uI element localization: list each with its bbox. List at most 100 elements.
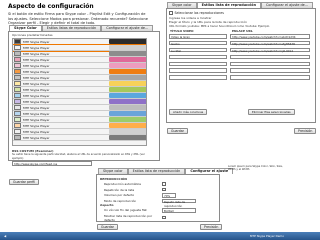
setting-checkbox[interactable]: [162, 215, 166, 220]
theme-color-bar: [109, 99, 146, 104]
page-title: Aspecto de configuración: [8, 3, 94, 10]
rss-url-input[interactable]: http://www.skype.com/feed.rss: [12, 161, 92, 166]
theme-color-bar: [109, 123, 146, 128]
theme-name: MTP Skype Player: [23, 99, 50, 104]
theme-color-bar: [109, 63, 146, 68]
theme-swatch: [14, 99, 21, 104]
theme-list: MTP Skype Player MTP Skype Player MTP Skyp…: [12, 38, 147, 146]
theme-swatch: [14, 81, 21, 86]
theme-name: MTP Skype Player: [23, 93, 50, 98]
video-title-input[interactable]: Gecko: [169, 40, 227, 46]
theme-color-bar: [109, 93, 146, 98]
video-title-input[interactable]: [169, 61, 227, 67]
preview-button-right[interactable]: Previsión: [294, 128, 317, 134]
page-intro: Si el botón de estilo Firma para Skype c…: [8, 12, 148, 26]
theme-row[interactable]: MTP Skype Player: [13, 135, 146, 141]
theme-swatch: [14, 69, 21, 74]
playlist-row: Video la Gran http://www.youtube.com/watc…: [169, 34, 313, 39]
playlist-row: [169, 68, 313, 73]
setting-input[interactable]: 70%: [162, 193, 176, 198]
video-url-input[interactable]: [230, 61, 310, 67]
setting-label: Mostrar lista de reproducción por defect…: [104, 213, 153, 222]
video-url-input[interactable]: [230, 68, 310, 73]
theme-color-bar: [109, 69, 146, 74]
setting-row: Repetición de la lista: [104, 188, 204, 192]
theme-name: MTP Skype Player: [23, 81, 50, 86]
theme-color-bar: [109, 87, 146, 92]
setting-row: Reproducción automática: [104, 182, 204, 186]
section-appearance: Aspecto: [100, 203, 114, 207]
rss-note: Su estilo tiene la siguiente particulari…: [12, 153, 145, 160]
setting-row: Volumen por defecto 70%: [104, 193, 204, 198]
video-url-input[interactable]: http://www.youtube.com/watch?v=ijkL9012: [230, 47, 310, 53]
remove-rows-button[interactable]: Eliminar filas seleccionadas: [248, 109, 295, 115]
video-url-input[interactable]: [230, 75, 310, 80]
theme-name: MTP Skype Player: [23, 39, 50, 44]
section-playback: REPRODUCCIÓN: [100, 177, 127, 181]
playlist-row: [169, 75, 313, 80]
theme-color-bar: [109, 39, 146, 44]
video-title-input[interactable]: Video la Gran: [169, 34, 227, 39]
save-profile-button[interactable]: Guardar perfil: [9, 179, 40, 185]
setting-label: Reproducción automática: [104, 182, 141, 186]
setting-label: Volumen por defecto: [104, 193, 135, 198]
video-url-input[interactable]: http://www.youtube.com/watch?v=abcD1234: [230, 34, 310, 39]
taskbar-app-label[interactable]: MTP Skype Player Demo: [250, 234, 284, 239]
setting-row: Mostrar lista de reproducción por defect…: [104, 214, 204, 222]
video-title-input[interactable]: [169, 68, 227, 73]
theme-color-bar: [109, 45, 146, 50]
theme-color-bar: [109, 81, 146, 86]
setting-select[interactable]: Bottom: [162, 208, 196, 213]
save-button-bottom[interactable]: Guardar: [97, 224, 118, 230]
setting-checkbox[interactable]: [162, 182, 166, 186]
select-reproductions-checkbox[interactable]: [169, 11, 173, 15]
theme-swatch: [14, 45, 21, 50]
add-columns-button[interactable]: Añadir más columnas: [169, 109, 208, 115]
theme-color-bar: [109, 57, 146, 62]
playlist-row: [169, 54, 313, 60]
select-reproductions-row: Seleccionar los reproducciones: [169, 11, 224, 15]
setting-row: Un vínculo fin del juguete flat Bottom: [104, 208, 204, 213]
playlist-row: Gecko http://www.youtube.com/watch?v=efgH…: [169, 40, 313, 46]
video-title-input[interactable]: Lucktel: [169, 47, 227, 53]
theme-color-bar: [109, 135, 146, 140]
video-url-input[interactable]: [230, 54, 310, 60]
theme-name: MTP Skype Player: [23, 63, 50, 68]
theme-name: MTP Skype Player: [23, 129, 50, 134]
theme-name: MTP Skype Player: [23, 123, 50, 128]
theme-color-bar: [109, 111, 146, 116]
save-button-right[interactable]: Guardar: [167, 128, 188, 134]
theme-swatch: [14, 135, 21, 140]
theme-swatch: [14, 57, 21, 62]
theme-color-bar: [109, 129, 146, 134]
playlist-table: Video la Gran http://www.youtube.com/watc…: [169, 34, 313, 82]
start-icon[interactable]: ◀: [4, 234, 6, 239]
theme-swatch: [14, 51, 21, 56]
col-url-header: ENLACE URL: [232, 29, 253, 33]
theme-color-bar: [109, 51, 146, 56]
theme-swatch: [14, 93, 21, 98]
theme-name: MTP Skype Player: [23, 117, 50, 122]
theme-name: MTP Skype Player: [23, 57, 50, 62]
theme-name: MTP Skype Player: [23, 87, 50, 92]
theme-name: MTP Skype Player: [23, 75, 50, 80]
setting-label: Repetición de la lista: [104, 187, 135, 192]
video-url-input[interactable]: http://www.youtube.com/watch?v=efgH5678: [230, 40, 310, 46]
video-title-input[interactable]: [169, 54, 227, 60]
playlist-row: [169, 61, 313, 67]
col-title-header: TÍTULO VIDEO: [170, 29, 194, 33]
taskbar: ◀ MTP Skype Player Demo: [0, 232, 320, 240]
theme-swatch: [14, 63, 21, 68]
preview-button-bottom[interactable]: Previsión: [200, 224, 223, 230]
setting-select[interactable]: Repetir lista de reproducción: [162, 198, 196, 207]
theme-color-bar: [109, 75, 146, 80]
theme-swatch: [14, 87, 21, 92]
theme-swatch: [14, 105, 21, 110]
theme-swatch: [14, 123, 21, 128]
theme-swatch: [14, 75, 21, 80]
setting-row: Modo de reproducción Repetir lista de rep…: [104, 198, 204, 207]
setting-checkbox[interactable]: [162, 187, 166, 192]
bottom-sidenote: Lorem ipsum para Skype Color, Skin, Size…: [228, 165, 283, 172]
theme-name: MTP Skype Player: [23, 69, 50, 74]
video-title-input[interactable]: [169, 75, 227, 80]
